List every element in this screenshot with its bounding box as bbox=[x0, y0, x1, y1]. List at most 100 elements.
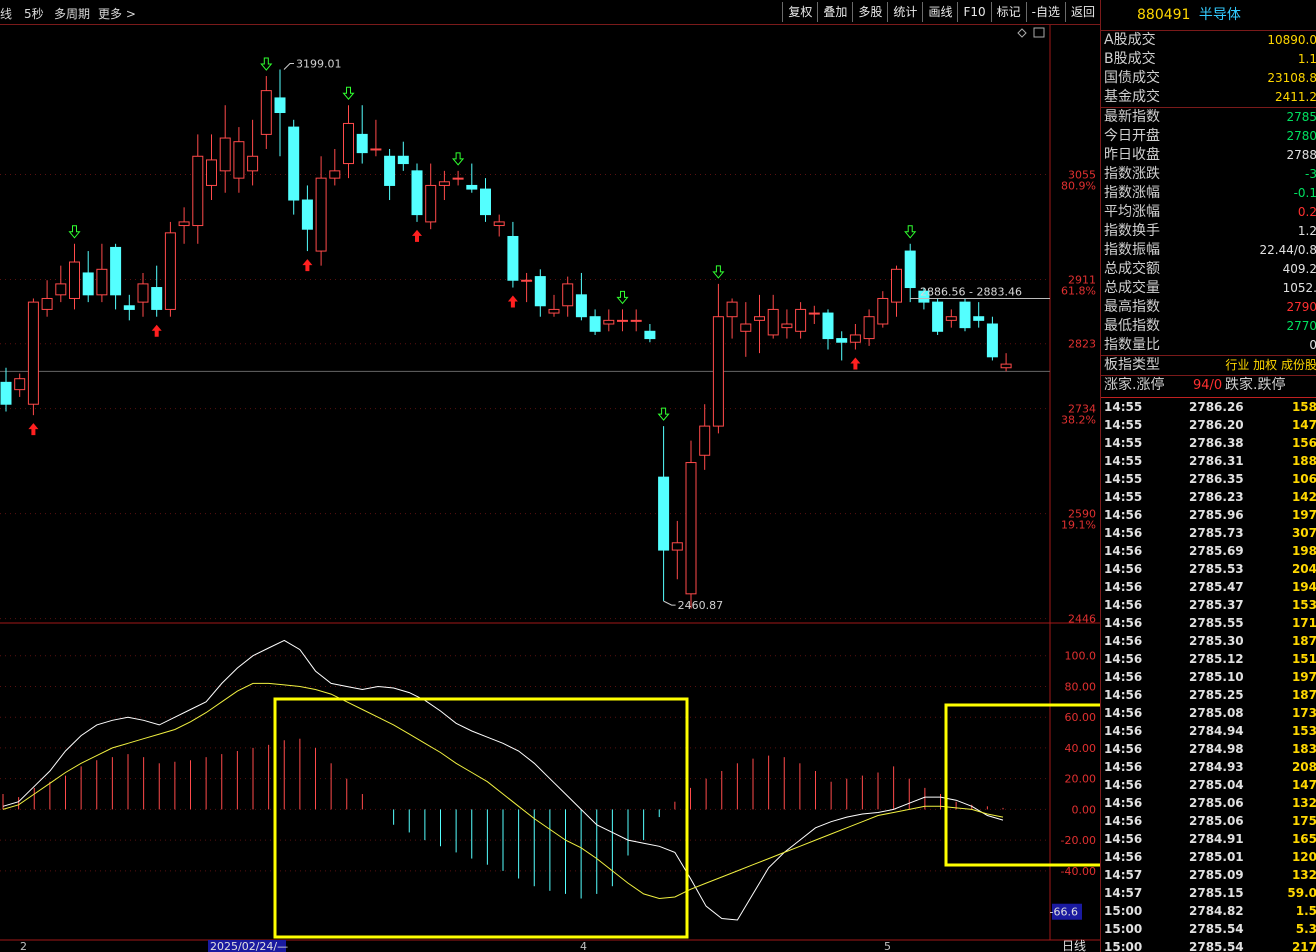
tick-price: 2785.09 bbox=[1189, 868, 1244, 882]
quote-row: 指数振幅 22.44/0.8 bbox=[1101, 241, 1316, 260]
tick-price: 2784.94 bbox=[1189, 724, 1244, 738]
tick-time: 15:00 bbox=[1104, 940, 1143, 952]
restore-rights-button[interactable]: 复权 bbox=[782, 2, 817, 22]
index-type-value: 行业 加权 成份股 bbox=[1225, 358, 1316, 372]
tick-row: 14:56 2785.55 171 bbox=[1101, 614, 1316, 632]
tick-volume: 132 bbox=[1291, 796, 1316, 810]
statistics-button[interactable]: 统计 bbox=[887, 2, 922, 22]
candle-body bbox=[644, 330, 656, 340]
tick-volume: 59.0 bbox=[1287, 886, 1316, 900]
tick-volume: 147 bbox=[1291, 418, 1316, 432]
quote-row: 最高指数 2790 bbox=[1101, 298, 1316, 317]
tick-row: 14:56 2785.96 197 bbox=[1101, 506, 1316, 524]
tick-price: 2786.31 bbox=[1189, 454, 1244, 468]
quote-label: 最新指数 bbox=[1104, 109, 1160, 125]
tick-price: 2786.26 bbox=[1189, 400, 1244, 414]
tick-volume: 151 bbox=[1291, 652, 1316, 666]
candle-body bbox=[849, 334, 861, 343]
tick-time: 14:56 bbox=[1104, 688, 1143, 702]
multi-period-button[interactable]: 多周期 bbox=[54, 5, 90, 22]
candle-body bbox=[370, 148, 382, 151]
tick-volume: 147 bbox=[1291, 778, 1316, 792]
tick-price: 2785.08 bbox=[1189, 706, 1244, 720]
tick-volume: 106 bbox=[1291, 472, 1316, 486]
tick-row: 14:56 2785.01 120 bbox=[1101, 848, 1316, 866]
candle-body bbox=[329, 170, 341, 179]
quote-value: 409.2 bbox=[1282, 262, 1316, 276]
tick-time: 14:56 bbox=[1104, 634, 1143, 648]
tick-time: 14:56 bbox=[1104, 850, 1143, 864]
tick-price: 2785.37 bbox=[1189, 598, 1244, 612]
tick-price: 2786.38 bbox=[1189, 436, 1244, 450]
candle-body bbox=[1000, 363, 1012, 369]
candle-body bbox=[164, 232, 176, 310]
tick-row: 14:56 2785.06 175 bbox=[1101, 812, 1316, 830]
tick-time: 14:55 bbox=[1104, 400, 1143, 414]
candle-body bbox=[123, 305, 135, 310]
tick-volume: 153 bbox=[1291, 724, 1316, 738]
tick-row: 14:56 2785.73 307 bbox=[1101, 524, 1316, 542]
high-marker-leader bbox=[283, 62, 294, 70]
instrument-title: 880491 半导体 bbox=[1101, 0, 1316, 30]
tick-price: 2785.25 bbox=[1189, 688, 1244, 702]
summary-block: A股成交 10890.0 B股成交 1.1 国债成交 23108.8 基金成交 2411.2 bbox=[1101, 30, 1316, 107]
tick-time: 14:56 bbox=[1104, 742, 1143, 756]
mark-button[interactable]: 标记 bbox=[990, 2, 1026, 22]
tick-time: 14:56 bbox=[1104, 598, 1143, 612]
draw-line-button[interactable]: 画线 bbox=[922, 2, 957, 22]
fib-ratio-label: 61.8% bbox=[1061, 285, 1096, 298]
candle-body bbox=[41, 297, 53, 310]
remove-watchlist-button[interactable]: -自选 bbox=[1025, 2, 1065, 22]
macd-dif-line bbox=[2, 639, 1004, 921]
tick-row: 14:56 2785.47 194 bbox=[1101, 578, 1316, 596]
candle-body bbox=[548, 308, 560, 314]
tick-row: 14:56 2784.98 183 bbox=[1101, 740, 1316, 758]
summary-row: B股成交 1.1 bbox=[1101, 50, 1316, 69]
tick-time: 14:56 bbox=[1104, 562, 1143, 576]
buy-arrow-icon bbox=[412, 229, 422, 242]
interval-button[interactable]: 5秒 bbox=[24, 5, 44, 22]
quote-label: 最高指数 bbox=[1104, 299, 1160, 315]
overlay-button[interactable]: 叠加 bbox=[817, 2, 852, 22]
quote-row: 最新指数 2785 bbox=[1101, 108, 1316, 127]
tick-volume: 1.5 bbox=[1295, 904, 1316, 918]
tick-time: 14:56 bbox=[1104, 796, 1143, 810]
candle-body bbox=[274, 97, 286, 114]
candle-body bbox=[562, 283, 574, 307]
tick-row: 14:55 2786.20 147 bbox=[1101, 416, 1316, 434]
tick-row: 14:56 2785.12 151 bbox=[1101, 650, 1316, 668]
period-label[interactable]: 线 bbox=[0, 5, 12, 22]
tick-row: 14:57 2785.15 59.0 bbox=[1101, 884, 1316, 902]
quote-label: 指数涨跌 bbox=[1104, 166, 1160, 182]
tick-row: 14:56 2785.10 197 bbox=[1101, 668, 1316, 686]
up-count-value: 94/0 bbox=[1193, 378, 1223, 393]
tick-volume: 158 bbox=[1291, 400, 1316, 414]
buy-arrow-icon bbox=[302, 259, 313, 272]
f10-button[interactable]: F10 bbox=[957, 2, 990, 22]
candle-body bbox=[151, 287, 163, 310]
tick-price: 2785.96 bbox=[1189, 508, 1244, 522]
candle-body bbox=[767, 308, 779, 336]
candle-body bbox=[178, 221, 190, 227]
tick-row: 14:56 2785.08 173 bbox=[1101, 704, 1316, 722]
quote-label: 总成交量 bbox=[1104, 280, 1160, 296]
quote-panel: 880491 半导体 A股成交 10890.0 B股成交 1.1 国债成交 23108.8… bbox=[1100, 0, 1316, 952]
quote-value: 1052. bbox=[1282, 281, 1316, 295]
function-toolbar: 复权 叠加 多股 统计 画线 F10 标记 -自选 返回 bbox=[782, 2, 1100, 22]
tick-row: 14:56 2785.04 147 bbox=[1101, 776, 1316, 794]
tick-price: 2785.54 bbox=[1189, 922, 1244, 936]
quote-value: -3 bbox=[1305, 167, 1316, 181]
top-toolbar: 线 5秒 多周期 更多 > 复权 叠加 多股 统计 画线 F10 标记 -自选 … bbox=[0, 0, 1100, 25]
quote-row: 昨日收盘 2788 bbox=[1101, 146, 1316, 165]
tick-price: 2785.53 bbox=[1189, 562, 1244, 576]
date-axis-label: 4 bbox=[580, 940, 587, 952]
back-button[interactable]: 返回 bbox=[1064, 2, 1100, 22]
chart-area[interactable]: 30552911282327342590244680.9%61.8%38.2%1… bbox=[0, 25, 1100, 952]
macd-axis-label: -40.00 bbox=[1061, 865, 1096, 878]
quote-label: 昨日收盘 bbox=[1104, 147, 1160, 163]
tick-price: 2785.30 bbox=[1189, 634, 1244, 648]
tick-row: 14:56 2785.30 187 bbox=[1101, 632, 1316, 650]
multi-stock-button[interactable]: 多股 bbox=[852, 2, 887, 22]
more-menu-button[interactable]: 更多 > bbox=[98, 5, 136, 22]
up-count-label: 涨家.涨停 bbox=[1104, 377, 1165, 393]
